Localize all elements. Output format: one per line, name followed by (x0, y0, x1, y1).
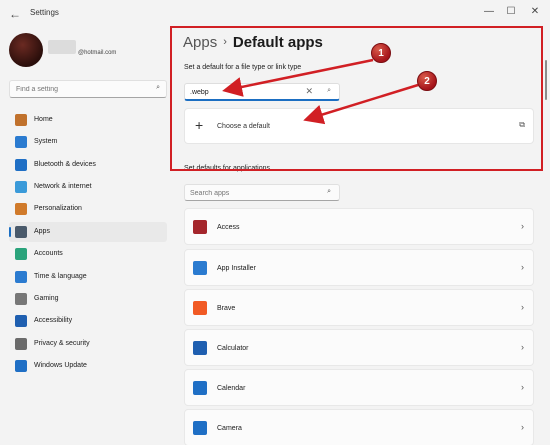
sidebar-item-privacy-security[interactable]: Privacy & security (9, 334, 167, 354)
sidebar-item-label: Home (34, 116, 53, 123)
search-icon: ⌕ (327, 188, 331, 195)
app-row-calculator[interactable]: Calculator › (184, 329, 534, 366)
app-name: Calculator (217, 345, 249, 352)
accounts-icon (15, 248, 27, 260)
app-name: Brave (217, 305, 236, 312)
sidebar-item-gaming[interactable]: Gaming (9, 289, 167, 309)
app-row-access[interactable]: Access › (184, 208, 534, 245)
calculator-icon (193, 341, 207, 355)
close-button[interactable]: ✕ (528, 5, 542, 19)
calendar-icon (193, 381, 207, 395)
sidebar-item-label: Network & internet (34, 183, 92, 190)
app-name: Access (217, 224, 240, 231)
sidebar-item-apps[interactable]: Apps (9, 222, 167, 242)
annotation-badge-2: 2 (417, 71, 437, 91)
bluetooth-icon (15, 159, 27, 171)
sidebar-item-label: Privacy & security (34, 340, 90, 347)
sidebar-item-home[interactable]: Home (9, 110, 167, 130)
title-bar: ← Settings — ☐ ✕ (0, 0, 550, 28)
sidebar-item-system[interactable]: System (9, 132, 167, 152)
search-icon: ⌕ (156, 84, 160, 91)
brave-icon (193, 301, 207, 315)
windows-update-icon (15, 360, 27, 372)
app-name: Calendar (217, 385, 246, 392)
app-row-camera[interactable]: Camera › (184, 409, 534, 445)
app-name: Camera (217, 425, 242, 432)
sidebar-item-accessibility[interactable]: Accessibility (9, 311, 167, 331)
account-email: @hotmail.com (78, 50, 117, 56)
shield-icon (15, 338, 27, 350)
app-row-calendar[interactable]: Calendar › (184, 369, 534, 406)
sidebar-item-label: Accessibility (34, 317, 73, 324)
app-name: App Installer (217, 265, 256, 272)
sidebar-item-time-language[interactable]: Time & language (9, 267, 167, 287)
sidebar-item-windows-update[interactable]: Windows Update (9, 356, 167, 376)
avatar[interactable] (9, 33, 43, 67)
annotation-badge-1: 1 (371, 43, 391, 63)
sidebar-item-accounts[interactable]: Accounts (9, 244, 167, 264)
sidebar-item-label: Time & language (34, 273, 87, 280)
network-icon (15, 181, 27, 193)
sidebar-item-personalization[interactable]: Personalization (9, 199, 167, 219)
time-language-icon (15, 271, 27, 283)
scrollbar[interactable] (545, 60, 547, 100)
apps-icon (15, 226, 27, 238)
maximize-button[interactable]: ☐ (504, 5, 518, 19)
sidebar-item-network-internet[interactable]: Network & internet (9, 177, 167, 197)
app-row-brave[interactable]: Brave › (184, 289, 534, 326)
accessibility-icon (15, 315, 27, 327)
account-name-redacted (48, 40, 76, 54)
brush-icon (15, 203, 27, 215)
chevron-right-icon: › (521, 422, 524, 432)
access-icon (193, 220, 207, 234)
chevron-right-icon: › (521, 382, 524, 392)
system-icon (15, 136, 27, 148)
sidebar-item-label: Windows Update (34, 362, 87, 369)
sidebar-item-bluetooth-devices[interactable]: Bluetooth & devices (9, 155, 167, 175)
home-icon (15, 114, 27, 126)
window-title: Settings (30, 8, 59, 17)
chevron-right-icon: › (521, 342, 524, 352)
find-setting-input[interactable] (16, 84, 146, 94)
app-row-app-installer[interactable]: App Installer › (184, 249, 534, 286)
chevron-right-icon: › (521, 302, 524, 312)
search-apps-box[interactable]: ⌕ (184, 184, 340, 201)
sidebar-item-label: System (34, 138, 58, 145)
chevron-right-icon: › (521, 221, 524, 231)
sidebar-item-label: Bluetooth & devices (34, 161, 96, 168)
app-installer-icon (193, 261, 207, 275)
minimize-button[interactable]: — (482, 5, 496, 19)
sidebar-item-label: Gaming (34, 295, 59, 302)
sidebar-item-label: Accounts (34, 250, 63, 257)
back-arrow-icon[interactable]: ← (8, 7, 22, 21)
sidebar-item-label: Personalization (34, 205, 82, 212)
gaming-icon (15, 293, 27, 305)
sidebar-item-label: Apps (34, 228, 50, 235)
active-indicator (9, 227, 11, 237)
find-setting-box[interactable]: ⌕ (9, 80, 167, 98)
chevron-right-icon: › (521, 262, 524, 272)
camera-icon (193, 421, 207, 435)
annotation-highlight-box (170, 26, 543, 171)
search-apps-input[interactable] (190, 188, 310, 198)
